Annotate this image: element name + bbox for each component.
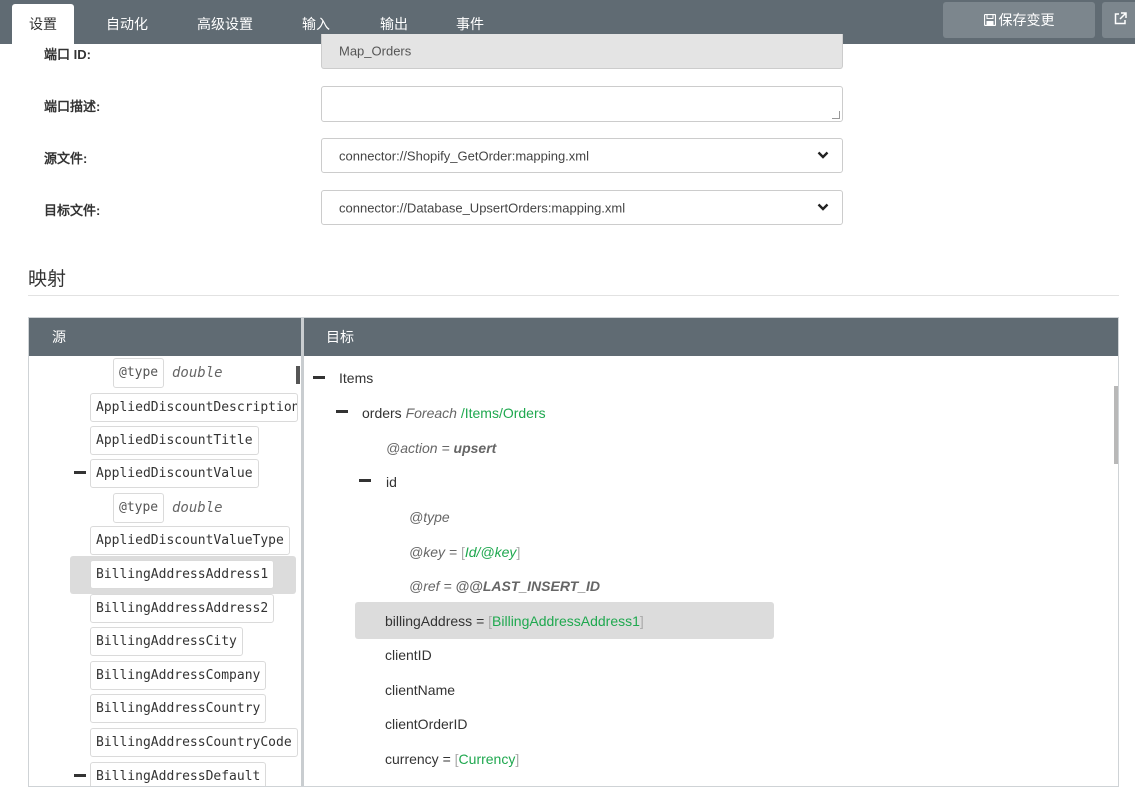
section-divider [28,295,1119,296]
key-attr-value: Id/@key [464,544,517,560]
target-node-billing-address[interactable]: billingAddress = [BillingAddressAddress1… [385,611,644,631]
close-bracket: ] [515,751,520,767]
collapse-icon[interactable] [74,774,86,777]
foreach-path: /Items/Orders [460,405,546,421]
port-id-field: Map_Orders [321,34,843,69]
save-icon [983,13,996,27]
port-id-label: 端口 ID: [44,47,91,62]
equals-sign: = [476,613,485,629]
source-node[interactable]: AppliedDiscountDescription [90,393,298,422]
currency-label: currency [385,751,439,767]
ref-attr-name: @ref [409,578,440,594]
collapse-icon[interactable] [336,410,348,413]
resize-handle[interactable] [832,111,840,119]
key-attr-name: @key [409,544,445,560]
source-tree[interactable]: @type double AppliedDiscountDescription … [29,356,301,786]
source-node[interactable]: BillingAddressCity [90,627,243,656]
collapse-icon[interactable] [313,376,325,379]
tab-automation[interactable]: 自动化 [92,4,162,44]
source-header: 源 [52,329,66,345]
source-node[interactable]: BillingAddressCountryCode [90,728,298,757]
collapse-icon[interactable] [359,479,371,482]
source-file-value: connector://Shopify_GetOrder:mapping.xml [339,148,590,163]
save-changes-label: 保存变更 [998,12,1055,28]
external-link-icon [1114,12,1127,25]
chevron-down-icon [817,203,829,211]
source-attr-value: double [172,365,223,381]
tab-advanced-settings[interactable]: 高级设置 [182,4,268,44]
open-external-button[interactable] [1102,2,1135,38]
source-scrollbar[interactable] [296,366,300,384]
billing-address-label: billingAddress [385,613,473,629]
source-node[interactable]: AppliedDiscountValueType [90,526,290,555]
source-node[interactable]: AppliedDiscountTitle [90,426,259,455]
target-file-value: connector://Database_UpsertOrders:mappin… [339,200,626,215]
target-attr-type[interactable]: @type [409,507,450,527]
currency-value: Currency [458,751,516,767]
orders-label: orders [362,405,402,421]
target-attr-key[interactable]: @key = [Id/@key] [409,542,520,562]
target-node-client-name[interactable]: clientName [385,680,455,700]
close-bracket: ] [516,544,521,560]
port-description-textarea[interactable] [321,86,843,122]
save-changes-button[interactable]: 保存变更 [943,2,1095,38]
equals-sign: = [443,578,452,594]
action-attr-value: upsert [453,440,497,456]
target-node-client-id[interactable]: clientID [385,645,432,665]
mapping-section-title: 映射 [28,269,67,290]
target-node-id[interactable]: id [386,472,397,492]
billing-address-value: BillingAddressAddress1 [492,613,640,629]
equals-sign: = [442,751,451,767]
target-node-client-order-id[interactable]: clientOrderID [385,714,467,734]
target-node-items[interactable]: Items [339,368,373,388]
target-attr-action[interactable]: @action = upsert [386,438,496,458]
target-attr-ref[interactable]: @ref = @@LAST_INSERT_ID [409,576,600,596]
source-attr-type[interactable]: @type [113,493,165,523]
tab-settings[interactable]: 设置 [12,4,74,44]
mapping-panel: 源 目标 @type double AppliedDiscountDescrip… [28,317,1119,787]
chevron-down-icon [817,151,829,159]
foreach-keyword: Foreach [405,405,457,421]
action-attr-name: @action [386,440,438,456]
ref-attr-value: @@LAST_INSERT_ID [455,578,601,594]
source-file-select[interactable]: connector://Shopify_GetOrder:mapping.xml [321,138,843,173]
target-node-orders[interactable]: orders Foreach /Items/Orders [362,403,546,423]
source-node[interactable]: BillingAddressCountry [90,694,267,723]
source-file-label: 源文件: [44,151,88,166]
source-attr-type[interactable]: @type [113,358,165,388]
target-file-select[interactable]: connector://Database_UpsertOrders:mappin… [321,190,843,225]
target-header: 目标 [326,329,354,345]
port-description-label: 端口描述: [44,99,101,114]
source-node[interactable]: BillingAddressCompany [90,661,267,690]
target-scrollbar[interactable] [1114,386,1118,464]
mapping-panel-header: 源 目标 [29,318,1118,356]
close-bracket: ] [639,613,644,629]
target-tree[interactable]: Items orders Foreach /Items/Orders @acti… [304,356,1118,786]
port-id-value: Map_Orders [339,43,412,59]
target-node-currency[interactable]: currency = [Currency] [385,749,519,769]
source-node[interactable]: BillingAddressAddress2 [90,594,275,623]
equals-sign: = [448,544,458,560]
source-node[interactable]: AppliedDiscountValue [90,459,259,488]
source-node[interactable]: BillingAddressAddress1 [90,560,275,589]
collapse-icon[interactable] [74,471,86,474]
source-attr-value: double [172,500,223,516]
equals-sign: = [441,440,450,456]
target-file-label: 目标文件: [44,203,101,218]
